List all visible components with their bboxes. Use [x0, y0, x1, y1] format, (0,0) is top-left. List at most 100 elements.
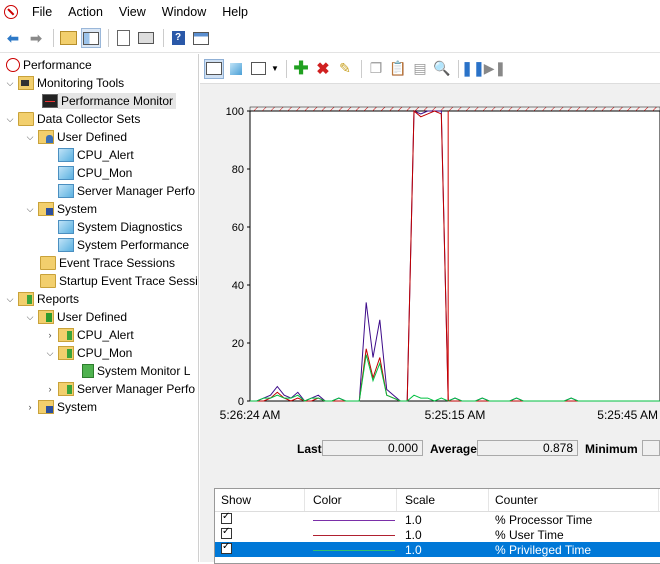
show-hide-tree-icon[interactable] [81, 28, 101, 48]
tree-system-performance[interactable]: System Performance [56, 236, 189, 254]
counter-list: Show Color Scale Counter 1.0 % Processor… [214, 488, 660, 564]
chevron-down-icon[interactable]: ⌵ [24, 312, 36, 323]
tree-reports-system-monitor[interactable]: System Monitor L [80, 362, 190, 380]
chevron-right-icon[interactable]: › [24, 402, 36, 412]
column-color[interactable]: Color [305, 489, 397, 511]
menu-file[interactable]: File [24, 0, 60, 24]
x-tick-label: 5:25:45 AM [597, 408, 658, 422]
report-folder-icon [58, 328, 74, 342]
folder-icon [18, 112, 34, 126]
color-swatch [313, 549, 395, 551]
tree-reports-cpu-alert[interactable]: › CPU_Alert [44, 326, 134, 344]
data-collector-set-icon [58, 184, 74, 198]
chevron-down-icon[interactable]: ▼ [270, 59, 280, 79]
back-icon[interactable]: ⬅ [3, 28, 23, 48]
menu-action[interactable]: Action [60, 0, 111, 24]
tree-startup-event-trace[interactable]: Startup Event Trace Sessi [38, 272, 198, 290]
show-checkbox[interactable] [221, 511, 232, 524]
tree-data-collector-sets[interactable]: ⌵ Data Collector Sets [4, 110, 140, 128]
show-checkbox[interactable] [221, 526, 232, 539]
counter-row-selected[interactable]: 1.0 % Privileged Time [215, 541, 660, 557]
freeze-display-icon[interactable]: ❚❚ [461, 59, 484, 79]
y-tick-label: 0 [238, 396, 244, 408]
chevron-down-icon[interactable]: ⌵ [4, 114, 16, 125]
tree-label: System Performance [77, 238, 190, 252]
column-scale[interactable]: Scale [397, 489, 489, 511]
tree-label: System [57, 202, 98, 216]
x-tick-label: 5:25:15 AM [425, 408, 486, 422]
minimum-value [642, 440, 660, 456]
minimum-label: Minimum [585, 442, 638, 456]
chevron-down-icon[interactable]: ⌵ [24, 132, 36, 143]
tree-system-diagnostics[interactable]: System Diagnostics [56, 218, 182, 236]
report-folder-icon [58, 346, 74, 360]
tree-reports-cpu-mon[interactable]: ⌵ CPU_Mon [44, 344, 132, 362]
tree-cpu-alert[interactable]: CPU_Alert [56, 146, 134, 164]
tree-event-trace-sessions[interactable]: Event Trace Sessions [38, 254, 175, 272]
column-counter[interactable]: Counter [489, 489, 659, 511]
toolbar-divider [286, 59, 287, 78]
toolbar-divider [163, 29, 164, 47]
print-icon[interactable] [136, 28, 156, 48]
zoom-icon[interactable]: 🔍 [432, 59, 452, 79]
properties-icon[interactable]: ▤ [410, 59, 430, 79]
last-value: 0.000 [322, 440, 423, 456]
update-data-icon[interactable]: ▶❚ [484, 59, 507, 79]
tree-performance[interactable]: Performance [4, 56, 92, 74]
performance-monitor-pane: ▼ ✚ ✖ ✎ ❐ 📋 ▤ 🔍 ❚❚ ▶❚ 100 80 60 40 20 0 5:26:2… [200, 54, 660, 564]
tree-label: System Diagnostics [77, 220, 183, 234]
tree-reports-user-defined[interactable]: ⌵ User Defined [24, 308, 127, 326]
tree-label: Performance Monitor [58, 93, 177, 109]
tree-server-manager-perf[interactable]: Server Manager Perfo [56, 182, 195, 200]
view-log-data-icon[interactable] [226, 59, 246, 79]
export-list-icon[interactable] [113, 28, 133, 48]
data-collector-set-icon [58, 148, 74, 162]
y-tick-label: 40 [232, 280, 244, 292]
column-show[interactable]: Show [215, 489, 305, 511]
change-graph-type-icon[interactable] [248, 59, 268, 79]
tree-reports[interactable]: ⌵ Reports [4, 290, 79, 308]
delete-counter-icon[interactable]: ✖ [313, 59, 333, 79]
menu-view[interactable]: View [111, 0, 154, 24]
counter-row[interactable]: 1.0 % Processor Time [215, 511, 660, 527]
performance-icon [6, 58, 20, 72]
highlight-icon[interactable]: ✎ [335, 59, 355, 79]
color-swatch [313, 519, 395, 521]
menu-help[interactable]: Help [214, 0, 256, 24]
menu-bar: File Action View Window Help [0, 0, 660, 24]
help-icon[interactable]: ? [168, 28, 188, 48]
menu-window[interactable]: Window [154, 0, 214, 24]
tree-reports-system[interactable]: › System [24, 398, 97, 416]
tree-cpu-mon[interactable]: CPU_Mon [56, 164, 132, 182]
chevron-down-icon[interactable]: ⌵ [44, 348, 56, 359]
tree-monitoring-tools[interactable]: ⌵ Monitoring Tools [4, 74, 124, 92]
tree-label: Monitoring Tools [37, 76, 125, 90]
tree-dcs-user-defined[interactable]: ⌵ User Defined [24, 128, 127, 146]
chevron-right-icon[interactable]: › [44, 384, 56, 394]
main-toolbar: ⬅ ➡ ? [0, 24, 660, 53]
chevron-right-icon[interactable]: › [44, 330, 56, 340]
limit-band [249, 106, 660, 112]
folder-icon [40, 274, 56, 288]
forward-icon[interactable]: ➡ [26, 28, 46, 48]
properties-icon[interactable] [191, 28, 211, 48]
chevron-down-icon[interactable]: ⌵ [4, 294, 16, 305]
tree-label: Server Manager Perfo [77, 382, 196, 396]
copy-properties-icon[interactable]: ❐ [366, 59, 386, 79]
view-current-activity-icon[interactable] [204, 58, 224, 79]
y-tick-label: 80 [232, 164, 244, 176]
tree-performance-monitor[interactable]: Performance Monitor [40, 92, 177, 110]
add-counter-icon[interactable]: ✚ [291, 58, 311, 79]
tree-label: CPU_Alert [77, 328, 134, 342]
counter-name: % Processor Time [495, 512, 593, 527]
paste-counter-list-icon[interactable]: 📋 [388, 59, 408, 79]
tree-dcs-system[interactable]: ⌵ System [24, 200, 97, 218]
chevron-down-icon[interactable]: ⌵ [24, 204, 36, 215]
tree-reports-server-manager[interactable]: › Server Manager Perfo [44, 380, 195, 398]
average-value: 0.878 [477, 440, 578, 456]
up-folder-icon[interactable] [58, 28, 78, 48]
counter-row[interactable]: 1.0 % User Time [215, 526, 660, 542]
chevron-down-icon[interactable]: ⌵ [4, 78, 16, 89]
user-report-folder-icon [38, 310, 54, 324]
show-checkbox[interactable] [221, 541, 232, 554]
